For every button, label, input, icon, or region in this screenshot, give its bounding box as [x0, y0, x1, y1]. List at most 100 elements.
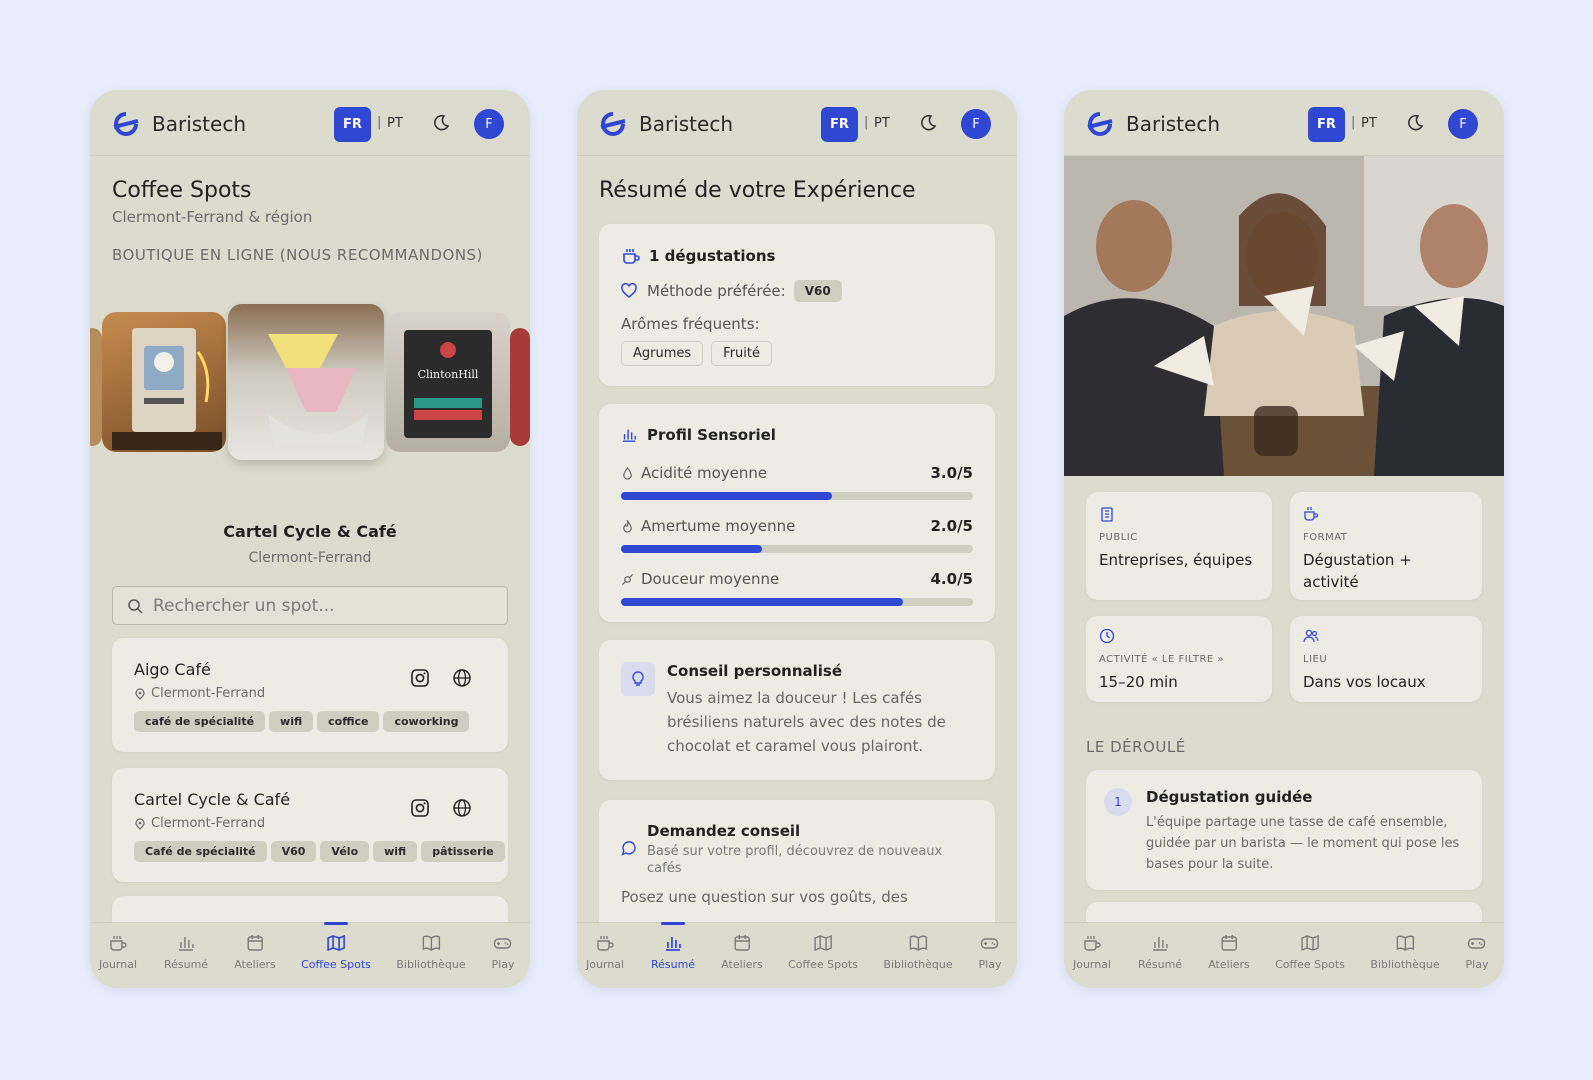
- carousel-item-pink-dripper[interactable]: [228, 304, 384, 460]
- brand[interactable]: Baristech: [112, 110, 246, 138]
- nav-coffee-spots[interactable]: Coffee Spots: [301, 933, 371, 971]
- metric-bar-fill: [621, 545, 762, 553]
- lang-fr-button[interactable]: FR: [334, 107, 371, 142]
- personalized-advice-card: Conseil personnalisé Vous aimez la douce…: [599, 640, 995, 780]
- brand[interactable]: Baristech: [1086, 110, 1220, 138]
- carousel-item-clinton-hill-bag[interactable]: ClintonHill: [386, 312, 510, 452]
- spot-city: Clermont-Ferrand: [151, 816, 266, 831]
- nav-journal[interactable]: Journal: [1073, 933, 1111, 971]
- avatar[interactable]: F: [961, 109, 991, 139]
- instagram-icon[interactable]: [410, 668, 430, 688]
- lang-pt-button[interactable]: PT: [387, 116, 403, 131]
- nav-label: Ateliers: [1208, 958, 1250, 971]
- aroma-chip: Agrumes: [621, 341, 704, 366]
- nav-label: Bibliothèque: [883, 958, 953, 971]
- dripper-image: [268, 334, 368, 444]
- lightbulb-badge: [621, 662, 655, 696]
- nav-resume[interactable]: Résumé: [1138, 933, 1182, 971]
- nav-bibliotheque[interactable]: Bibliothèque: [396, 933, 466, 971]
- step-title: Dégustation guidée: [1146, 788, 1313, 806]
- spot-card[interactable]: Cartel Cycle & Café Clermont-Ferrand Caf…: [112, 768, 508, 882]
- cup-icon: [1304, 507, 1319, 521]
- advice-title: Conseil personnalisé: [667, 662, 843, 680]
- nav-label: Coffee Spots: [788, 958, 858, 971]
- info-label: ACTIVITÉ « LE FILTRE »: [1099, 654, 1225, 665]
- book-icon: [422, 935, 440, 951]
- question-input[interactable]: Posez une question sur vos goûts, des: [621, 888, 908, 906]
- lang-fr-button[interactable]: FR: [1308, 107, 1345, 142]
- cup-icon: [623, 249, 640, 264]
- nav-coffee-spots[interactable]: Coffee Spots: [1275, 933, 1345, 971]
- avatar[interactable]: F: [1448, 109, 1478, 139]
- metric-value: 4.0/5: [930, 570, 974, 588]
- spot-name: Cartel Cycle & Café: [134, 790, 291, 809]
- instagram-icon[interactable]: [410, 798, 430, 818]
- avatar[interactable]: F: [474, 109, 504, 139]
- coffee-bag-image: ClintonHill: [404, 330, 492, 438]
- droplet-icon: [623, 466, 632, 480]
- cup-icon: [597, 936, 614, 951]
- nav-journal[interactable]: Journal: [586, 933, 624, 971]
- nav-resume[interactable]: Résumé: [164, 933, 208, 971]
- brand-name: Baristech: [639, 112, 733, 136]
- nav-ateliers[interactable]: Ateliers: [234, 933, 276, 971]
- spot-card[interactable]: Aigo Café Clermont-Ferrand café de spéci…: [112, 638, 508, 752]
- nav-ateliers[interactable]: Ateliers: [721, 933, 763, 971]
- metric-track: [621, 598, 973, 606]
- info-label: PUBLIC: [1099, 532, 1138, 543]
- tag-chip: V60: [270, 841, 317, 862]
- phone-workshop: Baristech FR | PT F PUBLIC Entreprises, …: [1064, 90, 1504, 988]
- carousel-item-edge-left[interactable]: [90, 328, 102, 446]
- app-header: Baristech FR | PT F: [1064, 90, 1504, 156]
- lang-fr-button[interactable]: FR: [821, 107, 858, 142]
- globe-icon[interactable]: [452, 668, 472, 688]
- nav-label: Ateliers: [721, 958, 763, 971]
- nav-play[interactable]: Play: [492, 933, 514, 971]
- nav-ateliers[interactable]: Ateliers: [1208, 933, 1250, 971]
- aroma-chip: Fruité: [711, 341, 772, 366]
- spot-location: Clermont-Ferrand: [134, 686, 265, 701]
- brand-name: Baristech: [1126, 112, 1220, 136]
- clock-icon: [1099, 628, 1115, 644]
- nav-coffee-spots[interactable]: Coffee Spots: [788, 933, 858, 971]
- nav-play[interactable]: Play: [1466, 933, 1488, 971]
- moon-icon[interactable]: [1406, 114, 1424, 132]
- nav-label: Ateliers: [234, 958, 276, 971]
- ask-title: Demandez conseil: [647, 822, 801, 840]
- nav-label: Coffee Spots: [301, 958, 371, 971]
- svg-text:ClintonHill: ClintonHill: [418, 368, 479, 381]
- map-icon: [814, 934, 832, 952]
- cup-icon: [110, 936, 127, 951]
- calendar-icon: [734, 935, 750, 951]
- app-header: Baristech FR | PT F: [577, 90, 1017, 156]
- spot-location: Clermont-Ferrand: [134, 816, 265, 831]
- team-tasting-photo: [1064, 156, 1504, 476]
- nav-label: Journal: [585, 958, 625, 971]
- nav-bibliotheque[interactable]: Bibliothèque: [883, 933, 953, 971]
- search-icon: [128, 598, 143, 614]
- carousel-item-edge-right[interactable]: [510, 328, 530, 446]
- nav-active-indicator: [324, 922, 348, 925]
- globe-icon[interactable]: [452, 798, 472, 818]
- lang-pt-button[interactable]: PT: [874, 116, 890, 131]
- nav-resume[interactable]: Résumé: [651, 933, 695, 971]
- brand[interactable]: Baristech: [599, 110, 733, 138]
- nav-label: Résumé: [163, 958, 209, 971]
- step-text: L'équipe partage une tasse de café ensem…: [1146, 815, 1460, 872]
- tag-chip: coffice: [317, 711, 380, 732]
- nav-play[interactable]: Play: [978, 933, 1002, 971]
- nav-label: Journal: [1072, 958, 1112, 971]
- moon-icon[interactable]: [432, 114, 450, 132]
- moon-icon[interactable]: [919, 114, 937, 132]
- nav-label: Play: [978, 958, 1002, 971]
- carousel-item-coffee-bag-blue[interactable]: [102, 312, 226, 452]
- tag-chip: café de spécialité: [134, 711, 266, 732]
- search-input[interactable]: Rechercher un spot...: [112, 586, 508, 625]
- metric-track: [621, 492, 973, 500]
- nav-bibliotheque[interactable]: Bibliothèque: [1370, 933, 1440, 971]
- nav-journal[interactable]: Journal: [99, 933, 137, 971]
- spot-tags: café de spécialité wifi coffice coworking: [134, 710, 473, 732]
- lang-pt-button[interactable]: PT: [1361, 116, 1377, 131]
- lang-separator: |: [1351, 115, 1356, 130]
- nav-label: Résumé: [1137, 958, 1183, 971]
